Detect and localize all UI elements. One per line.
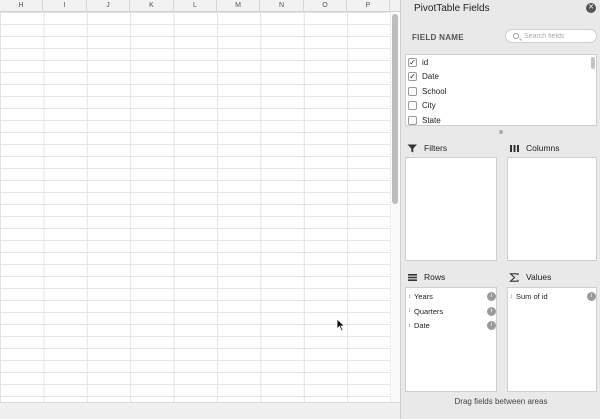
columns-drop-area[interactable] — [507, 157, 597, 261]
field-label: School — [422, 86, 447, 96]
column-header-m[interactable]: M — [217, 0, 260, 12]
field-item-date[interactable]: ✓ Date — [408, 70, 439, 84]
checkbox-school[interactable] — [408, 86, 417, 96]
values-label-text: Values — [526, 272, 552, 282]
rows-label-text: Rows — [424, 272, 446, 282]
field-item-school[interactable]: School — [408, 84, 446, 98]
close-icon[interactable]: ✕ — [586, 3, 596, 13]
vertical-scrollbar-thumb[interactable] — [392, 14, 398, 204]
checkbox-date[interactable]: ✓ — [408, 72, 417, 81]
panel-title: PivotTable Fields — [414, 3, 490, 14]
column-header-h[interactable]: H — [0, 0, 43, 12]
field-item-id[interactable]: ✓ id — [408, 55, 428, 69]
field-name-label: FIELD NAME — [412, 33, 464, 42]
columns-icon — [510, 144, 519, 152]
drag-handle-icon[interactable]: ↕ — [408, 323, 411, 329]
field-label: Date — [422, 72, 439, 81]
drag-handle-icon[interactable]: ↕ — [408, 308, 411, 314]
info-icon[interactable]: i — [587, 292, 596, 301]
info-icon[interactable]: i — [487, 292, 496, 301]
columns-label-text: Columns — [526, 143, 560, 153]
column-header-n[interactable]: N — [260, 0, 304, 12]
rows-item-label: Quarters — [414, 306, 444, 316]
field-label: State — [422, 115, 441, 125]
column-header-o[interactable]: O — [304, 0, 347, 12]
rows-item-years[interactable]: ↕ Years i — [408, 290, 496, 303]
rows-drop-area[interactable]: ↕ Years i ↕ Quarters i ↕ Date i — [405, 287, 497, 392]
checkbox-city[interactable] — [408, 101, 417, 110]
column-header-l[interactable]: L — [174, 0, 217, 12]
values-area-label: Values — [509, 272, 551, 282]
field-label: City — [422, 101, 436, 110]
values-item-sum-of-id[interactable]: ↕ Sum of id i — [510, 290, 596, 303]
checkbox-id[interactable]: ✓ — [408, 57, 417, 67]
sigma-icon — [509, 272, 519, 282]
rows-item-date[interactable]: ↕ Date i — [408, 319, 496, 332]
drag-hint-footer: Drag fields between areas — [454, 397, 548, 406]
filter-icon — [407, 144, 417, 152]
search-input[interactable] — [524, 31, 594, 42]
info-icon[interactable]: i — [487, 321, 496, 330]
search-icon — [513, 33, 519, 39]
field-item-state[interactable]: State — [408, 113, 441, 125]
rows-item-quarters[interactable]: ↕ Quarters i — [408, 305, 496, 318]
column-header-p[interactable]: P — [347, 0, 390, 12]
search-field[interactable] — [505, 29, 597, 43]
values-drop-area[interactable]: ↕ Sum of id i — [507, 287, 597, 392]
pivot-table-fields-panel: PivotTable Fields ✕ FIELD NAME ✓ id ✓ Da… — [400, 0, 600, 419]
rows-icon — [408, 273, 417, 281]
drag-handle-icon[interactable]: ↕ — [510, 294, 513, 300]
values-item-label: Sum of id — [516, 292, 548, 301]
rows-item-label: Date — [414, 321, 430, 330]
field-list[interactable]: ✓ id ✓ Date School City State — [405, 54, 597, 126]
column-header-i[interactable]: I — [43, 0, 87, 12]
field-label: id — [422, 57, 429, 67]
field-item-city[interactable]: City — [408, 99, 436, 113]
mouse-pointer-icon — [336, 318, 346, 332]
info-icon[interactable]: i — [487, 306, 496, 316]
checkbox-state[interactable] — [408, 115, 417, 125]
columns-area-label: Columns — [509, 143, 560, 153]
spreadsheet-area[interactable]: H I J K L M N O P — [0, 0, 400, 419]
filters-area-label: Filters — [407, 143, 447, 153]
filters-drop-area[interactable] — [405, 157, 497, 261]
column-header-k[interactable]: K — [130, 0, 174, 12]
horizontal-scrollbar[interactable] — [0, 402, 400, 419]
filters-label-text: Filters — [424, 143, 448, 153]
column-header-j[interactable]: J — [87, 0, 130, 12]
field-list-scrollbar[interactable] — [591, 57, 595, 69]
column-header-row: H I J K L M N O P — [0, 0, 400, 12]
cell-grid[interactable] — [0, 12, 390, 402]
splitter-handle[interactable] — [499, 130, 503, 134]
rows-area-label: Rows — [407, 272, 445, 282]
rows-item-label: Years — [414, 292, 433, 301]
drag-handle-icon[interactable]: ↕ — [408, 294, 411, 300]
